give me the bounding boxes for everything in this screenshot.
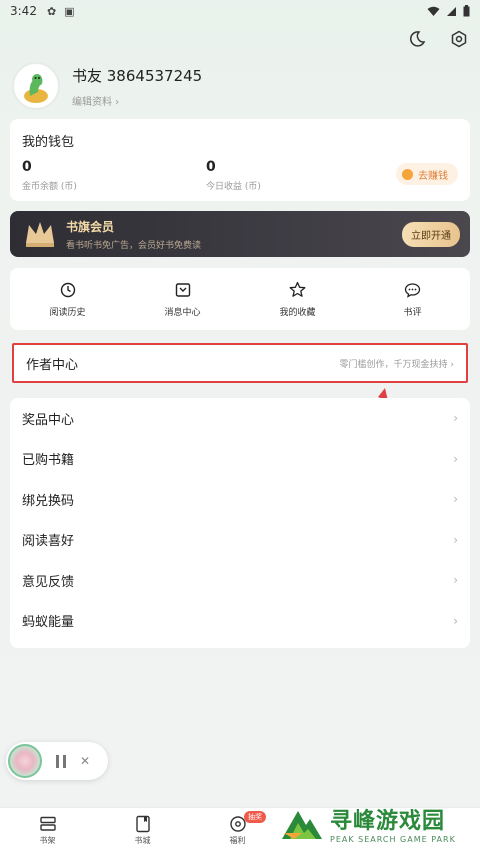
quick-reading-history[interactable]: 阅读历史 [10,281,125,318]
signal-icon [447,6,456,16]
audio-cover-image[interactable] [8,744,42,778]
earn-money-button[interactable]: 去赚钱 [396,163,458,185]
quick-actions: 阅读历史 消息中心 我的收藏 书评 [10,268,470,330]
coin-balance[interactable]: 0 金币余额 (币) [22,159,206,192]
menu-item-prize-center[interactable]: 奖品中心 › [10,398,470,439]
clock-icon [59,281,77,299]
quick-label: 阅读历史 [49,307,86,318]
menu-item-ant-energy[interactable]: 蚂蚁能量 › [10,601,470,642]
night-mode-icon[interactable] [406,28,428,50]
quick-label: 书评 [403,307,422,318]
username: 书友 3864537245 [72,66,203,85]
chevron-right-icon: › [453,492,458,507]
vip-banner[interactable]: 书旗会员 看书听书免广告，会员好书免费读 立即开通 [10,211,470,257]
today-income[interactable]: 0 今日收益 (币) [206,159,390,192]
bookshelf-icon [39,815,57,833]
status-time: 3:42 [10,4,37,18]
menu-label: 已购书籍 [22,453,75,469]
today-income-value: 0 [206,159,216,175]
today-income-label: 今日收益 (币) [206,182,261,192]
coin-balance-value: 0 [22,159,32,175]
profile-header[interactable]: 书友 3864537245 编辑资料 › [12,58,468,114]
tab-bookstore[interactable]: 书城 [95,808,190,853]
menu-label: 绑兑换码 [22,493,75,509]
a-icon: ▣ [64,4,75,18]
author-center-subtitle: 零门槛创作，千万现金扶持 › [339,359,454,370]
menu-label: 奖品中心 [22,412,75,428]
wallet-card[interactable]: 我的钱包 0 金币余额 (币) 0 今日收益 (币) 去赚钱 [10,119,470,201]
menu-item-redeem-code[interactable]: 绑兑换码 › [10,479,470,520]
bookstore-icon [134,815,152,833]
chevron-right-icon: › [453,411,458,426]
crown-icon [22,216,58,252]
menu-label: 意见反馈 [22,574,75,590]
quick-label: 我的收藏 [279,307,316,318]
close-icon[interactable]: ✕ [80,754,90,768]
quick-message-center[interactable]: 消息中心 [125,281,240,318]
menu-label: 阅读喜好 [22,534,75,550]
pause-icon[interactable] [56,754,66,768]
chevron-right-icon: › [453,573,458,588]
chevron-right-icon: › [453,613,458,628]
chevron-right-icon: › [453,532,458,547]
tab-welfare[interactable]: 抽奖 福利 [190,808,285,853]
tab-label: 书城 [134,836,151,845]
chat-icon [404,281,422,299]
edit-profile-link[interactable]: 编辑资料 › [72,93,202,108]
menu-item-feedback[interactable]: 意见反馈 › [10,560,470,601]
menu-item-reading-preferences[interactable]: 阅读喜好 › [10,520,470,561]
menu-label: 蚂蚁能量 [22,615,75,631]
menu-list: 奖品中心 › 已购书籍 › 绑兑换码 › 阅读喜好 › 意见反馈 › 蚂蚁能量 … [10,398,470,648]
earn-money-label: 去赚钱 [418,170,448,182]
status-right-icons [427,5,470,17]
tab-label: 福利 [229,836,246,845]
wifi-icon [427,6,440,16]
watermark-en: PEAK SEARCH GAME PARK [330,834,456,844]
vip-title: 书旗会员 [66,219,115,234]
mini-audio-player[interactable]: ✕ [6,742,108,780]
chevron-right-icon: › [453,451,458,466]
coin-balance-label: 金币余额 (币) [22,182,77,192]
battery-icon [463,5,470,17]
status-bar: 3:42 ✿ ▣ [0,0,480,22]
watermark-cn: 寻峰游戏园 [330,808,446,834]
avatar[interactable] [12,62,60,110]
peak-logo-icon [282,811,322,839]
tab-label: 书架 [39,836,56,845]
author-center-item[interactable]: 作者中心 零门槛创作，千万现金扶持 › [12,343,468,383]
top-actions [406,28,470,50]
welfare-badge: 抽奖 [244,811,266,823]
wallet-title: 我的钱包 [22,135,75,150]
vip-open-button[interactable]: 立即开通 [402,221,460,247]
menu-item-purchased-books[interactable]: 已购书籍 › [10,439,470,480]
site-watermark: 寻峰游戏园 PEAK SEARCH GAME PARK [280,793,480,853]
author-center-label: 作者中心 [26,357,79,373]
coin-icon [402,168,413,180]
tab-bookshelf[interactable]: 书架 [0,808,95,853]
settings-icon[interactable] [448,28,470,50]
wechat-icon: ✿ [46,4,57,18]
star-icon [289,281,307,299]
quick-label: 消息中心 [164,307,201,318]
quick-my-favorites[interactable]: 我的收藏 [240,281,355,318]
vip-subtitle: 看书听书免广告，会员好书免费读 [66,240,202,251]
quick-book-review[interactable]: 书评 [355,281,470,318]
inbox-icon [174,281,192,299]
